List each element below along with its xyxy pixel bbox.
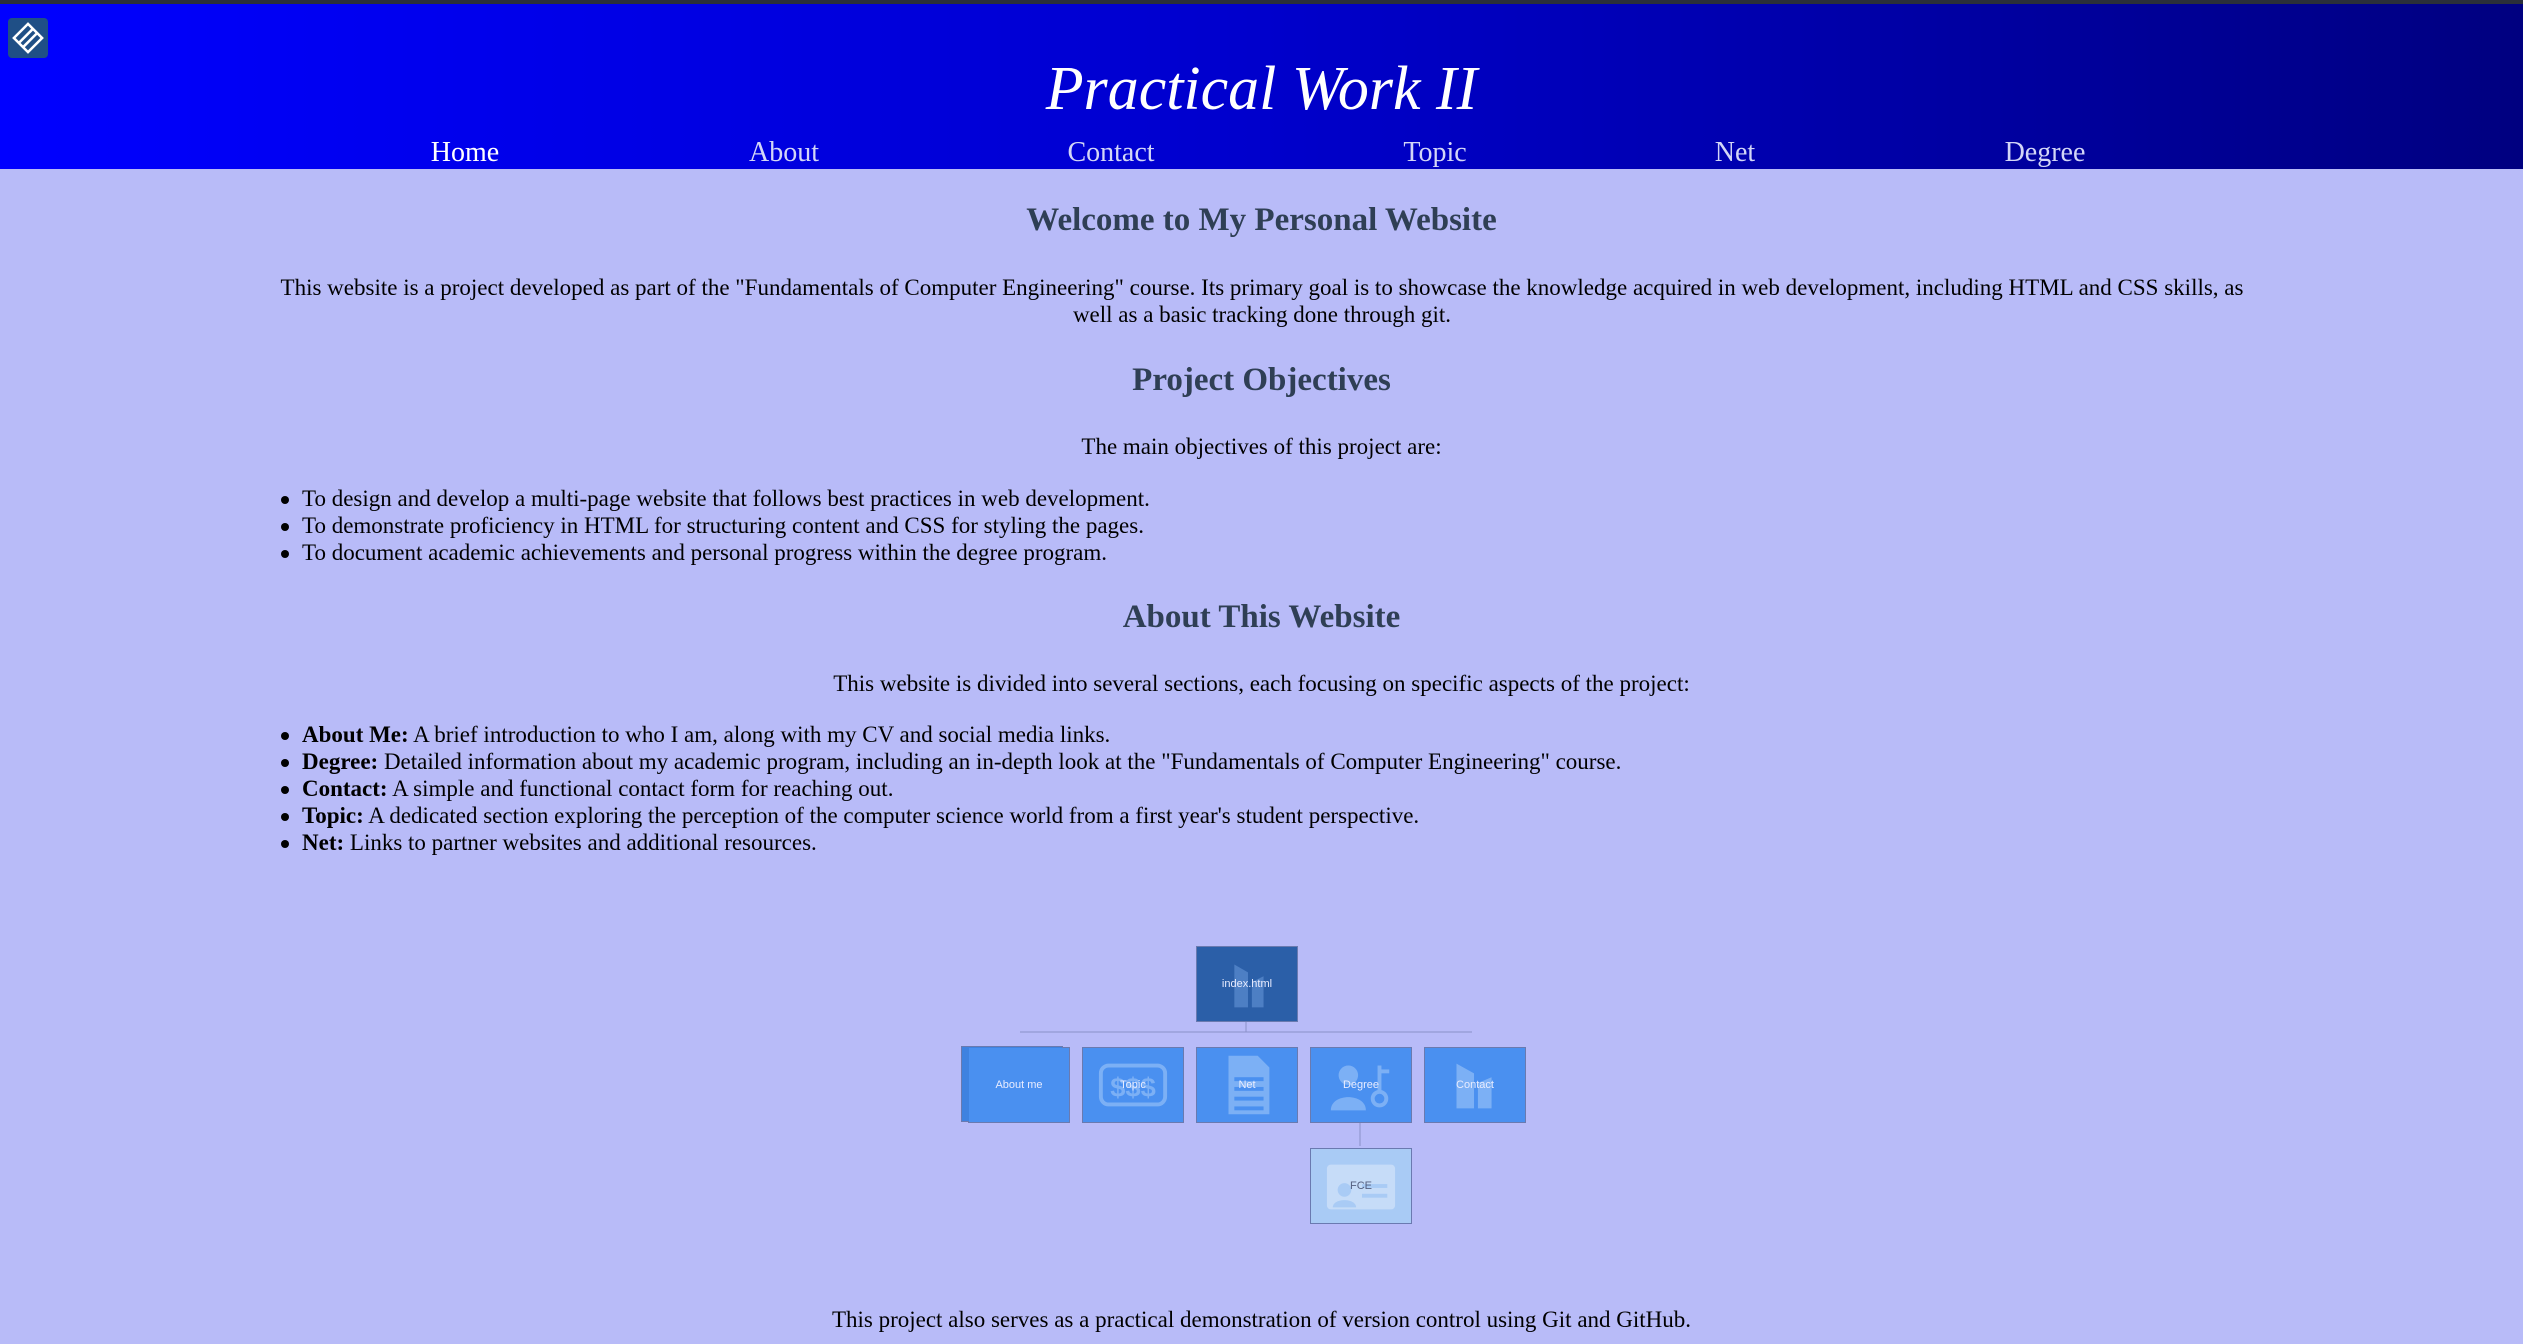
section-term: About Me:	[302, 722, 409, 747]
welcome-text: This website is a project developed as p…	[280, 275, 2244, 327]
nav-degree[interactable]: Degree	[2005, 134, 2086, 172]
nav-net[interactable]: Net	[1715, 134, 1755, 172]
section-desc: A dedicated section exploring the percep…	[363, 803, 1420, 828]
diagram-node-net: Net	[1196, 1047, 1298, 1123]
list-item: To design and develop a multi-page websi…	[281, 486, 1150, 511]
list-item: Topic: A dedicated section exploring the…	[280, 802, 1621, 829]
section-term: Degree:	[302, 749, 379, 774]
diagram-node-about: About me	[961, 1046, 1070, 1123]
section-desc: Links to partner websites and additional…	[344, 830, 817, 855]
sections-list: About Me: A brief introduction to who I …	[280, 721, 1622, 856]
diagram-node-label: index.html	[1221, 978, 1273, 990]
welcome-heading: Welcome to My Personal Website	[1026, 202, 1497, 238]
list-item: To demonstrate proficiency in HTML for s…	[281, 512, 1150, 539]
section-desc: A simple and functional contact form for…	[387, 776, 894, 801]
objectives-list: To design and develop a multi-page websi…	[281, 485, 1150, 566]
list-item: Degree: Detailed information about my ac…	[280, 748, 1622, 775]
list-item: Contact: A simple and functional contact…	[280, 775, 1621, 802]
list-item: About Me: A brief introduction to who I …	[280, 721, 1621, 748]
diagram-node-degree: Degree	[1310, 1047, 1412, 1123]
diagram-node-label: Contact	[1456, 1079, 1494, 1091]
objectives-heading: Project Objectives	[1132, 362, 1391, 398]
list-item: Net: Links to partner websites and addit…	[280, 829, 1621, 856]
diagram-node-label: Degree	[1342, 1079, 1380, 1091]
nav-topic[interactable]: Topic	[1403, 134, 1466, 172]
footer-text: This project also serves as a practical …	[831, 1307, 1692, 1332]
site-structure-diagram: index.html About me $$$ Topic Net Degree…	[960, 944, 1540, 1229]
about-heading: About This Website	[1122, 599, 1401, 635]
diagram-node-label: Net	[1238, 1079, 1256, 1091]
section-term: Net:	[302, 830, 345, 855]
about-intro: This website is divided into several sec…	[833, 671, 1690, 696]
nav-contact[interactable]: Contact	[1067, 134, 1154, 172]
diagram-node-contact: Contact	[1424, 1047, 1526, 1123]
nav-home[interactable]: Home	[431, 134, 499, 172]
nav-about[interactable]: About	[749, 134, 819, 172]
section-term: Topic:	[302, 803, 364, 828]
list-item: To document academic achievements and pe…	[281, 539, 1150, 566]
section-desc: Detailed information about my academic p…	[378, 749, 1622, 774]
diagram-node-label: Topic	[1120, 1079, 1146, 1091]
main-nav: Home About Contact Topic Net Degree	[0, 134, 2523, 172]
section-desc: A brief introduction to who I am, along …	[408, 722, 1111, 747]
diagram-node-label: About me	[995, 1079, 1043, 1091]
objectives-intro: The main objectives of this project are:	[1081, 434, 1442, 459]
diagram-node-label: FCE	[1350, 1180, 1372, 1192]
site-header: Practical Work II Home About Contact Top…	[0, 4, 2523, 169]
section-term: Contact:	[302, 776, 388, 801]
diagram-node-topic: $$$ Topic	[1082, 1047, 1184, 1123]
diagram-node-fce: FCE	[1310, 1148, 1412, 1224]
site-title: Practical Work II	[1045, 55, 1478, 123]
diagram-node-index: index.html	[1196, 946, 1298, 1022]
